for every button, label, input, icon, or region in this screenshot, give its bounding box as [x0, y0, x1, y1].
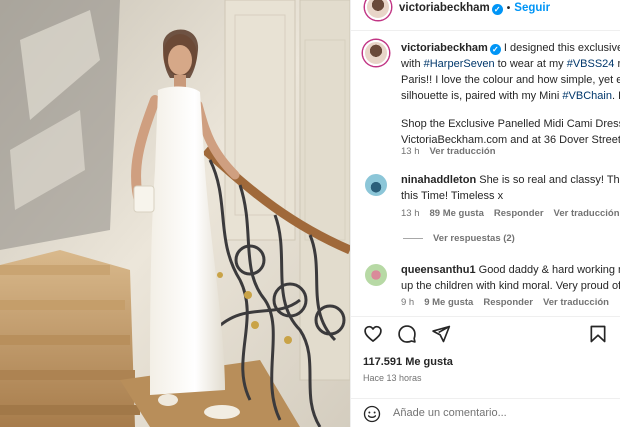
- comment-username[interactable]: queensanthu1: [401, 264, 476, 276]
- caption-text: victoriabeckham ✓ I designed this exclusi…: [401, 40, 620, 148]
- like-count[interactable]: 117.591 Me gusta: [363, 356, 453, 368]
- comment-time: 9 h: [401, 297, 415, 308]
- comment-input[interactable]: [393, 407, 603, 419]
- comment-translate-link[interactable]: Ver traducción: [554, 208, 620, 219]
- comment-time: 13 h: [401, 208, 420, 219]
- caption-line4-prefix: silhouette is, paired with my Mini: [401, 90, 563, 102]
- caption-line2-prefix: with: [401, 58, 424, 70]
- emoji-icon[interactable]: [363, 405, 381, 423]
- bookmark-icon[interactable]: [588, 324, 608, 344]
- caption-line4-suffix: . Kis: [611, 90, 620, 102]
- reply-button[interactable]: Responder: [494, 208, 544, 219]
- caption-line2-mid: to wear at my: [494, 58, 567, 70]
- comment-box: [351, 398, 620, 427]
- comment-avatar[interactable]: [363, 172, 389, 198]
- comment-item: queensanthu1 Good daddy & hard working m…: [363, 262, 620, 312]
- action-bar: [363, 324, 451, 346]
- comment-text: queensanthu1 Good daddy & hard working m…: [401, 262, 620, 294]
- header-username[interactable]: victoriabeckham: [399, 2, 490, 14]
- header-divider: [351, 30, 620, 31]
- view-replies-label: Ver respuestas (2): [433, 233, 515, 244]
- replies-line: [403, 237, 423, 239]
- post-sidebar: victoriabeckham ✓ • Seguir victoriabeckham ✓…: [350, 0, 620, 427]
- comment-text-line1: Good daddy & hard working mu: [475, 264, 620, 276]
- comment-translate-link[interactable]: Ver traducción: [543, 297, 609, 308]
- caption-meta: 13 h Ver traducción: [401, 144, 506, 160]
- heart-icon[interactable]: [363, 324, 383, 344]
- comment-avatar[interactable]: [363, 262, 389, 288]
- follow-button[interactable]: Seguir: [514, 2, 550, 14]
- comment-text-line1: She is so real and classy! The be: [479, 174, 620, 186]
- share-icon[interactable]: [431, 324, 451, 344]
- reply-button[interactable]: Responder: [483, 297, 533, 308]
- hashtag-harperseven[interactable]: #HarperSeven: [424, 58, 495, 70]
- header-user: victoriabeckham ✓ • Seguir: [399, 2, 550, 15]
- view-replies-button[interactable]: Ver respuestas (2): [403, 233, 515, 244]
- post-header: victoriabeckham ✓ • Seguir: [351, 0, 620, 24]
- caption-username[interactable]: victoriabeckham: [401, 42, 488, 54]
- post-image: [0, 0, 350, 427]
- hashtag-vbss24[interactable]: #VBSS24: [567, 58, 615, 70]
- caption-time: 13 h: [401, 146, 420, 157]
- post-photo[interactable]: [0, 0, 350, 427]
- caption-line5: Shop the Exclusive Panelled Midi Cami Dr…: [401, 118, 620, 130]
- comment-username[interactable]: ninahaddleton: [401, 174, 476, 186]
- separator-dot: •: [506, 3, 511, 14]
- comment-text: ninahaddleton She is so real and classy!…: [401, 172, 620, 204]
- comment-likes[interactable]: 89 Me gusta: [430, 208, 484, 219]
- hashtag-vbchain[interactable]: #VBChain: [562, 90, 612, 102]
- comment-item: ninahaddleton She is so real and classy!…: [363, 172, 620, 222]
- caption: victoriabeckham ✓ I designed this exclusi…: [363, 40, 620, 158]
- caption-line1: I designed this exclusive M: [503, 42, 620, 54]
- comment-meta: 9 h 9 Me gusta Responder Ver traducción: [401, 295, 619, 311]
- comment-icon[interactable]: [397, 324, 417, 344]
- comment-meta: 13 h 89 Me gusta Responder Ver traducción: [401, 206, 620, 222]
- post-time: Hace 13 horas: [363, 373, 422, 383]
- caption-line2-suffix: run: [617, 58, 620, 70]
- author-avatar[interactable]: [365, 0, 391, 20]
- comment-text-line2: up the children with kind moral. Very pr…: [401, 280, 620, 292]
- caption-translate-link[interactable]: Ver traducción: [430, 146, 496, 157]
- comment-likes[interactable]: 9 Me gusta: [424, 297, 473, 308]
- caption-avatar[interactable]: [363, 40, 389, 66]
- verified-icon: ✓: [491, 4, 503, 15]
- comment-text-line2: this Time! Timeless x: [401, 190, 504, 202]
- caption-line3: Paris!! I love the colour and how simple…: [401, 74, 620, 86]
- verified-icon: ✓: [489, 44, 501, 55]
- actions-divider: [351, 316, 620, 317]
